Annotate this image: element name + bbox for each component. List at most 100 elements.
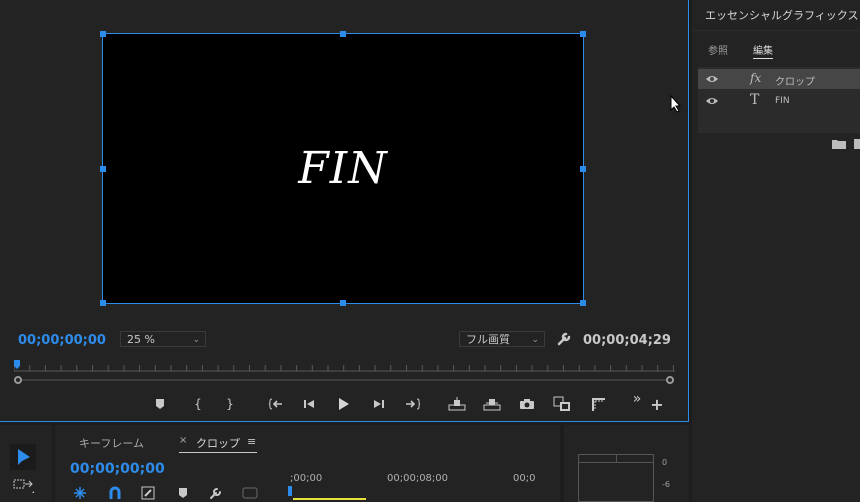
selection-arrow-icon (18, 449, 30, 465)
tab-sequence-crop[interactable]: クロップ (196, 435, 240, 451)
eye-visibility-icon[interactable] (705, 94, 719, 108)
chevron-down-icon: ⌄ (531, 335, 539, 345)
ruler-label: 00;0 (513, 473, 536, 484)
tools-panel (0, 425, 52, 502)
play-button[interactable] (335, 395, 353, 413)
timeline-panel: キーフレーム × クロップ ≡ 00;00;00;00 ;00;00 00;00… (55, 425, 560, 502)
resolution-value: フル画質 (466, 333, 510, 346)
mouse-cursor-icon (670, 95, 682, 113)
step-forward-button[interactable] (370, 395, 388, 413)
linked-selection-button[interactable] (140, 485, 156, 501)
timeline-settings-button[interactable] (208, 485, 224, 501)
insert-nest-button[interactable] (72, 485, 88, 501)
comparison-view-button[interactable] (552, 395, 572, 413)
add-marker-button[interactable] (175, 485, 191, 501)
go-to-out-icon (406, 398, 421, 410)
layer-label: クロップ (775, 77, 815, 88)
scrollbar-handle-left[interactable] (14, 376, 22, 384)
filmstrip-icon (592, 398, 605, 411)
go-to-out-button[interactable] (403, 395, 423, 413)
meter-scale-label: -6 (662, 480, 670, 489)
transform-handle-tr[interactable] (580, 31, 586, 37)
transform-handle-tl[interactable] (100, 31, 106, 37)
ruler-label: 00;00;08;00 (387, 473, 449, 484)
magnet-icon (109, 486, 121, 499)
mark-in-button[interactable]: { (189, 395, 207, 413)
closed-captions-icon (242, 487, 258, 499)
selection-tool-button[interactable] (10, 444, 36, 470)
add-marker-button[interactable] (151, 395, 169, 413)
time-ruler[interactable] (14, 360, 675, 372)
lift-button[interactable] (447, 395, 467, 413)
transform-handle-bl[interactable] (100, 300, 106, 306)
fx-icon: fx (750, 71, 762, 85)
transform-handle-left[interactable] (100, 166, 106, 172)
extract-button[interactable] (482, 395, 502, 413)
tab-edit[interactable]: 編集 (753, 42, 773, 59)
double-chevron-right-icon: » (632, 391, 642, 407)
eye-visibility-icon[interactable] (705, 72, 719, 86)
text-layer-icon: T (750, 92, 760, 108)
layer-label: FIN (775, 96, 790, 106)
scrollbar-track[interactable] (22, 379, 666, 381)
comparison-view-icon (553, 396, 570, 411)
wrench-icon (210, 488, 221, 499)
duration-timecode: 00;00;04;29 (583, 333, 671, 348)
new-layer-icon[interactable] (854, 139, 860, 149)
new-group-folder-icon[interactable] (832, 139, 846, 149)
close-tab-icon[interactable]: × (179, 435, 187, 446)
layer-item-fin[interactable]: T FIN (698, 91, 860, 111)
panel-title: エッセンシャルグラフィックス (705, 9, 859, 22)
mark-out-button[interactable]: } (221, 395, 239, 413)
transform-handle-bottom[interactable] (340, 300, 346, 306)
canvas-title-text[interactable]: FIN (103, 34, 583, 303)
video-canvas[interactable]: FIN (100, 31, 586, 306)
step-forward-icon (374, 400, 384, 408)
transform-handle-top[interactable] (340, 31, 346, 37)
mark-out-icon: } (226, 397, 234, 411)
transform-handle-right[interactable] (580, 166, 586, 172)
meter-divider (578, 462, 654, 463)
wrench-settings-icon[interactable] (556, 331, 572, 347)
plus-icon: + (650, 394, 664, 414)
track-select-tool-button[interactable] (12, 476, 36, 496)
playhead-marker[interactable] (14, 360, 20, 369)
ruler-label: ;00;00 (290, 473, 323, 484)
safe-margins-button[interactable] (588, 395, 608, 413)
go-to-in-button[interactable] (265, 395, 285, 413)
panel-menu-icon[interactable]: ≡ (247, 435, 256, 448)
sequence-timecode[interactable]: 00;00;00;00 (70, 461, 165, 477)
more-buttons-toggle[interactable]: » (628, 390, 646, 408)
play-icon (339, 398, 349, 410)
tab-browse[interactable]: 参照 (708, 42, 728, 57)
go-to-in-icon (268, 398, 282, 410)
export-frame-button[interactable] (518, 395, 536, 413)
layer-item-crop[interactable]: fx クロップ (698, 69, 860, 89)
chevron-down-icon: ⌄ (192, 335, 200, 345)
playhead-timecode[interactable]: 00;00;00;00 (18, 333, 106, 348)
scrollbar-handle-right[interactable] (666, 376, 674, 384)
lift-icon (448, 397, 466, 411)
button-editor-add[interactable]: + (648, 394, 666, 414)
playback-resolution-select[interactable]: フル画質 ⌄ (459, 331, 545, 347)
tab-keyframes[interactable]: キーフレーム (79, 435, 144, 451)
step-back-icon (304, 400, 314, 408)
panel-divider (692, 30, 860, 31)
marker-icon (179, 488, 187, 498)
step-back-button[interactable] (300, 395, 318, 413)
camera-icon (520, 399, 534, 409)
essential-graphics-panel: エッセンシャルグラフィックス 参照 編集 fx クロップ T FIN (692, 0, 860, 502)
extract-icon (483, 399, 501, 411)
snap-button[interactable] (107, 485, 123, 501)
work-area-bar[interactable] (293, 498, 366, 500)
captions-button[interactable] (242, 485, 258, 501)
meter-scale-label: 0 (662, 458, 668, 467)
nest-sequence-icon (74, 487, 86, 499)
timeline-playhead[interactable] (288, 486, 292, 496)
audio-meters-panel: 0 -6 (564, 425, 689, 502)
zoom-scrollbar[interactable] (14, 376, 674, 384)
zoom-select[interactable]: 25 % ⌄ (120, 331, 206, 347)
transform-handle-br[interactable] (580, 300, 586, 306)
mark-in-icon: { (194, 397, 202, 411)
meter-divider (616, 454, 617, 462)
